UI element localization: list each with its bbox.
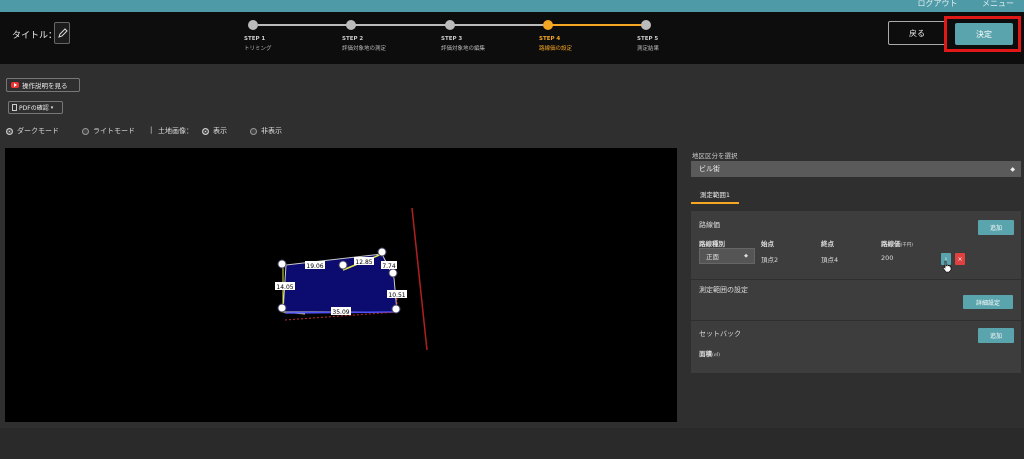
edge-length-top2: 12.85 <box>355 259 372 266</box>
howto-video-button[interactable]: 操作説明を見る <box>6 78 80 92</box>
step-num: STEP 2 <box>342 36 364 42</box>
top-bar: ログアウト メニュー <box>0 0 1024 12</box>
document-icon <box>12 104 17 111</box>
price-unit: (千円) <box>900 243 914 248</box>
hide-label: 非表示 <box>261 127 282 135</box>
hand-cursor-icon <box>942 260 952 273</box>
range-settings-title: 測定範囲の設定 <box>699 286 748 294</box>
select-arrows-icon: ◆ <box>744 253 748 259</box>
road-price-title: 路線価 <box>699 221 720 229</box>
route-type-select[interactable]: 正面 ◆ <box>699 248 755 264</box>
setback-area-label: 面積(㎡) <box>699 350 721 358</box>
vertex-handle[interactable] <box>391 304 401 314</box>
back-button[interactable]: 戻る <box>888 21 946 45</box>
step-dot <box>248 20 258 30</box>
step-label: 路線価の設定 <box>539 46 573 52</box>
edge-length-left: 14.05 <box>276 284 293 291</box>
add-road-price-button[interactable]: 追加 <box>978 220 1014 235</box>
detail-settings-button[interactable]: 詳細設定 <box>963 295 1013 309</box>
logout-link[interactable]: ログアウト <box>917 0 957 8</box>
step-dot <box>543 20 553 30</box>
display-options: ダークモード ライトモード | 土地画像： 表示 非表示 <box>6 126 306 136</box>
edge-length-top1: 19.06 <box>306 263 323 270</box>
confirm-highlight: 決定 <box>944 16 1021 52</box>
step-line-active <box>548 24 648 26</box>
select-arrows-icon: ◆ <box>1010 165 1015 173</box>
road-price-value: 200 <box>881 254 894 262</box>
radio-selected-icon <box>6 127 13 135</box>
title-label: タイトル： <box>12 31 58 41</box>
step-num: STEP 5 <box>637 36 659 42</box>
menu-link[interactable]: メニュー <box>982 0 1014 8</box>
area-unit: (㎡) <box>712 353 721 358</box>
road-price-panel: 路線価 追加 路線種別 始点 終点 路線価(千円) 正面 ◆ 頂点2 頂点4 2… <box>691 211 1021 279</box>
vertex-handle[interactable] <box>277 259 287 269</box>
add-setback-button[interactable]: 追加 <box>978 328 1014 343</box>
radio-icon <box>82 127 89 135</box>
road-line <box>411 207 428 351</box>
setback-panel: セットバック 追加 面積(㎡) <box>691 321 1021 373</box>
step-num: STEP 4 <box>539 36 561 42</box>
land-image-label: 土地画像： <box>158 127 193 135</box>
video-play-icon <box>11 82 19 88</box>
col-route-type: 路線種別 <box>699 240 725 248</box>
edge-length-right: 10.51 <box>388 292 405 299</box>
radio-icon <box>250 127 257 135</box>
pdf-label: PDFの確認 <box>19 105 49 112</box>
dark-mode-label: ダークモード <box>17 127 59 135</box>
confirm-button[interactable]: 決定 <box>955 23 1013 45</box>
delete-row-button[interactable]: × <box>955 253 965 265</box>
vertex-handle[interactable] <box>388 268 398 278</box>
plot-drawing[interactable]: 19.06 12.85 7.74 14.05 10.51 35.09 <box>5 148 677 422</box>
col-start: 始点 <box>761 240 774 248</box>
radio-selected-icon <box>202 127 209 135</box>
light-mode-label: ライトモード <box>93 127 135 135</box>
howto-label: 操作説明を見る <box>22 82 68 90</box>
show-label: 表示 <box>213 127 227 135</box>
tab-range-1[interactable]: 測定範囲1 <box>691 187 739 204</box>
pencil-icon <box>58 28 68 38</box>
top-links: ログアウト メニュー <box>895 0 1014 9</box>
step-dot <box>445 20 455 30</box>
drawing-canvas[interactable]: 19.06 12.85 7.74 14.05 10.51 35.09 <box>5 148 677 422</box>
vertex-handle[interactable] <box>277 303 287 313</box>
step-label: 評価対象地の測定 <box>342 46 387 52</box>
edge-length-bottom: 35.09 <box>332 309 349 316</box>
district-label: 地区区分を選択 <box>692 152 738 160</box>
show-radio[interactable]: 表示 <box>202 126 227 136</box>
col-price: 路線価(千円) <box>881 240 914 248</box>
setback-title: セットバック <box>699 330 741 338</box>
district-value: ビル街 <box>699 165 720 173</box>
dark-mode-radio[interactable]: ダークモード <box>6 126 59 136</box>
step-num: STEP 1 <box>244 36 266 42</box>
hide-radio[interactable]: 非表示 <box>250 126 282 136</box>
step-dot <box>346 20 356 30</box>
range-settings-panel: 測定範囲の設定 詳細設定 <box>691 280 1021 320</box>
caret-down-icon: ▾ <box>50 104 54 111</box>
step-label: 測定結果 <box>637 46 660 52</box>
header: タイトル： STEP 1 トリミング STEP 2 評価対象地の測定 STEP … <box>0 12 1024 64</box>
edit-title-button[interactable] <box>54 22 70 44</box>
step-label: 評価対象地の編集 <box>441 46 486 52</box>
step-label: トリミング <box>244 46 272 52</box>
step-num: STEP 3 <box>441 36 463 42</box>
vertex-handle[interactable] <box>338 260 348 270</box>
close-icon: × <box>957 255 963 263</box>
col-end: 終点 <box>821 240 834 248</box>
bottom-area <box>0 428 1024 459</box>
start-vertex: 頂点2 <box>761 256 779 264</box>
step-dot <box>641 20 651 30</box>
edge-length-top3: 7.74 <box>382 263 396 270</box>
light-mode-radio[interactable]: ライトモード <box>82 126 135 136</box>
pdf-check-dropdown[interactable]: PDFの確認 ▾ <box>8 101 63 114</box>
step-line-done <box>258 24 548 26</box>
vertex-handle[interactable] <box>377 247 387 257</box>
route-type-value: 正面 <box>706 253 719 261</box>
district-select[interactable]: ビル街 ◆ <box>691 161 1021 177</box>
separator: | <box>150 126 153 134</box>
end-vertex: 頂点4 <box>821 256 839 264</box>
